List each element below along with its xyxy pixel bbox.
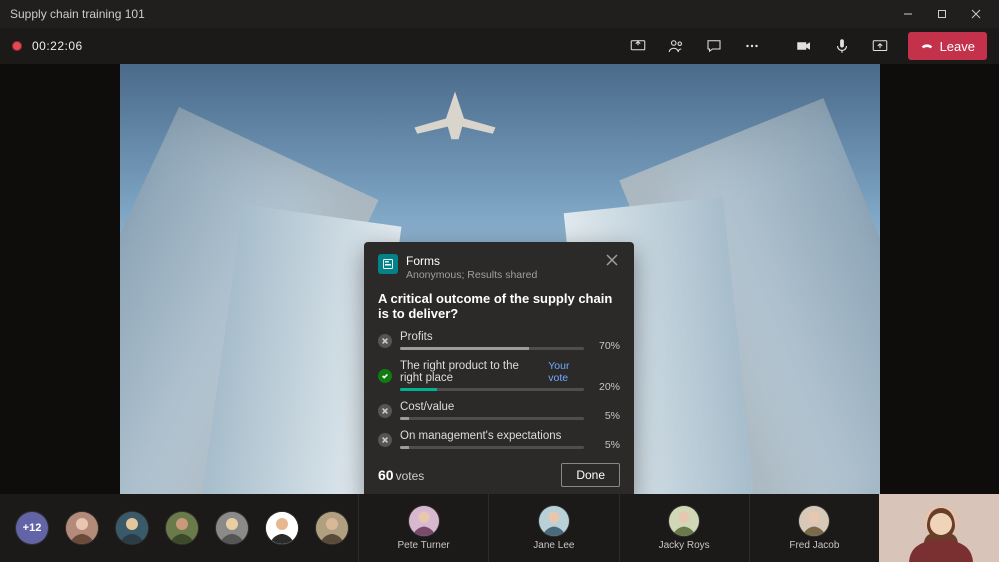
poll-vote-count: 60votes [378, 467, 424, 483]
poll-option[interactable]: On management's expectations 5% [378, 430, 620, 449]
poll-result-bar [400, 417, 584, 420]
poll-option-percent: 70% [592, 340, 620, 352]
forms-app-icon [378, 254, 398, 274]
self-video-preview[interactable] [879, 494, 999, 562]
poll-option-label: Profits [400, 331, 433, 343]
poll-result-bar [400, 446, 584, 449]
roster-avatar[interactable] [216, 512, 248, 544]
share-screen-icon [871, 37, 889, 55]
poll-option-label: The right product to the right place [400, 360, 542, 384]
roster-avatar[interactable] [116, 512, 148, 544]
roster-avatar[interactable] [166, 512, 198, 544]
poll-result-bar [400, 388, 584, 391]
check-circle-icon [378, 369, 392, 383]
ellipsis-icon [743, 37, 761, 55]
roster-avatar[interactable] [316, 512, 348, 544]
participant-avatar [409, 506, 439, 536]
share-tray-icon [629, 37, 647, 55]
window-close-button[interactable] [959, 0, 993, 28]
window-title: Supply chain training 101 [6, 7, 891, 21]
poll-option-label: Cost/value [400, 401, 454, 413]
participant-name: Jacky Roys [659, 540, 710, 551]
poll-option[interactable]: Profits 70% [378, 331, 620, 350]
camera-toggle-button[interactable] [788, 30, 820, 62]
close-icon [606, 254, 618, 266]
participant-roster: +12 Pete Turner Jane Lee Jacky Roys Fred Ja… [0, 494, 999, 562]
window-titlebar: Supply chain training 101 [0, 0, 999, 28]
poll-close-button[interactable] [606, 254, 620, 268]
participant-name: Jane Lee [533, 540, 574, 551]
poll-option-percent: 5% [592, 439, 620, 451]
poll-meta: Anonymous; Results shared [406, 269, 598, 281]
roster-avatar[interactable] [66, 512, 98, 544]
recording-indicator-icon [12, 41, 22, 51]
participant-name: Fred Jacob [789, 540, 839, 551]
poll-option-percent: 20% [592, 381, 620, 393]
roster-overflow-group: +12 [0, 494, 348, 562]
leave-button[interactable]: Leave [908, 32, 987, 60]
participant-avatar [799, 506, 829, 536]
close-icon [971, 9, 981, 19]
roster-avatar[interactable] [266, 512, 298, 544]
participant-name: Pete Turner [397, 540, 449, 551]
mic-toggle-button[interactable] [826, 30, 858, 62]
share-content-button[interactable] [622, 30, 654, 62]
meeting-timer: 00:22:06 [32, 39, 83, 53]
named-participant[interactable]: Pete Turner [358, 494, 488, 562]
participants-button[interactable] [660, 30, 692, 62]
minimize-icon [903, 9, 913, 19]
named-participant[interactable]: Jacky Roys [619, 494, 749, 562]
maximize-icon [937, 9, 947, 19]
hangup-icon [920, 39, 934, 53]
roster-overflow-badge[interactable]: +12 [16, 512, 48, 544]
microphone-icon [833, 37, 851, 55]
poll-option-label: On management's expectations [400, 430, 561, 442]
x-circle-icon [378, 404, 392, 418]
meeting-toolbar: 00:22:06 Leave [0, 28, 999, 64]
airplane-graphic [410, 84, 500, 144]
participant-avatar [669, 506, 699, 536]
poll-option[interactable]: Cost/value 5% [378, 401, 620, 420]
poll-option-percent: 5% [592, 410, 620, 422]
meeting-stage: Forms Anonymous; Results shared A critic… [0, 64, 999, 494]
poll-done-button[interactable]: Done [561, 463, 620, 487]
your-vote-badge: Your vote [548, 360, 584, 384]
x-circle-icon [378, 433, 392, 447]
leave-button-label: Leave [940, 39, 975, 54]
window-maximize-button[interactable] [925, 0, 959, 28]
named-participant[interactable]: Jane Lee [488, 494, 618, 562]
poll-result-bar [400, 347, 584, 350]
chat-icon [705, 37, 723, 55]
poll-question: A critical outcome of the supply chain i… [378, 291, 620, 321]
people-icon [667, 37, 685, 55]
forms-poll-card: Forms Anonymous; Results shared A critic… [364, 242, 634, 499]
poll-option[interactable]: The right product to the right placeYour… [378, 360, 620, 391]
more-actions-button[interactable] [736, 30, 768, 62]
participant-avatar [539, 506, 569, 536]
screen-share-button[interactable] [864, 30, 896, 62]
named-participant[interactable]: Fred Jacob [749, 494, 879, 562]
chat-button[interactable] [698, 30, 730, 62]
window-minimize-button[interactable] [891, 0, 925, 28]
poll-app-name: Forms [406, 254, 598, 268]
x-circle-icon [378, 334, 392, 348]
camera-icon [795, 37, 813, 55]
